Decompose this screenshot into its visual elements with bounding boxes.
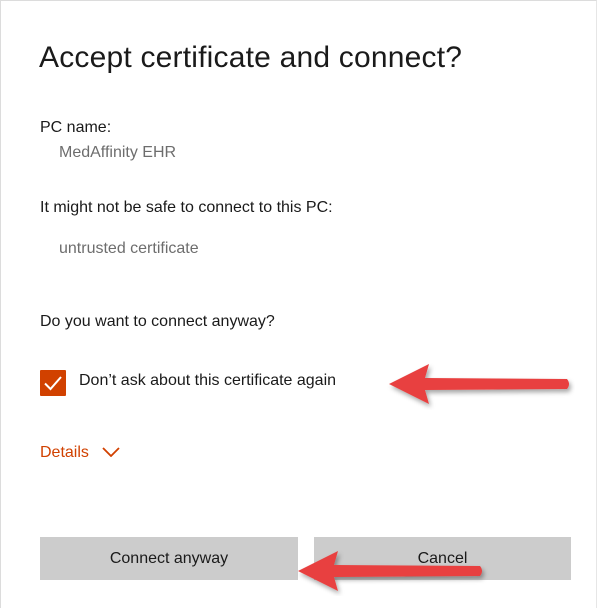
dont-ask-checkbox-label[interactable]: Don’t ask about this certificate again	[79, 372, 336, 390]
warning-label: It might not be safe to connect to this …	[40, 199, 333, 216]
certificate-dialog: Accept certificate and connect? PC name:…	[0, 0, 597, 608]
chevron-down-icon	[102, 444, 120, 462]
checkmark-icon	[44, 376, 62, 391]
details-toggle[interactable]: Details	[40, 444, 120, 462]
pc-name-value: MedAffinity EHR	[59, 144, 177, 161]
connect-question: Do you want to connect anyway?	[40, 313, 275, 330]
details-label: Details	[40, 444, 89, 461]
dont-ask-checkbox[interactable]	[40, 370, 66, 396]
warning-value: untrusted certificate	[59, 240, 199, 257]
pc-name-label: PC name:	[40, 119, 112, 136]
connect-anyway-button[interactable]: Connect anyway	[40, 537, 298, 580]
dialog-title: Accept certificate and connect?	[39, 41, 463, 74]
cancel-button[interactable]: Cancel	[314, 537, 571, 580]
